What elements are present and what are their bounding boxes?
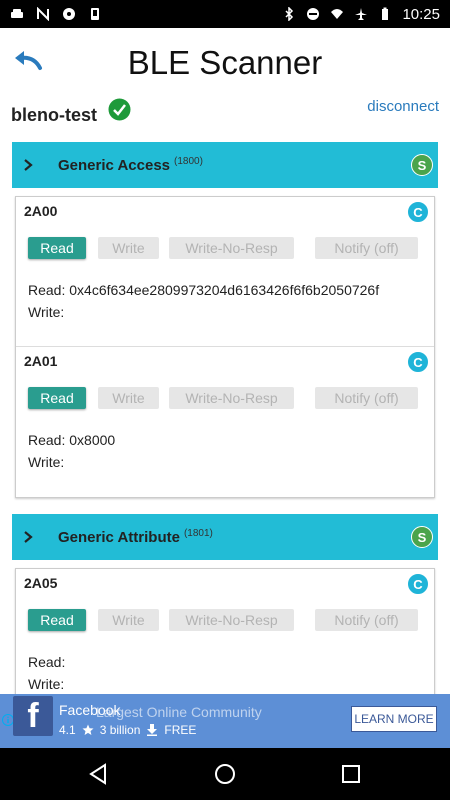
characteristics-card: 2A05 C Read Write Write-No-Resp Notify (… bbox=[15, 568, 435, 694]
ad-rating: 4.1 bbox=[59, 723, 76, 737]
disconnect-link[interactable]: disconnect bbox=[367, 98, 439, 115]
characteristic-2a01: 2A01 C Read Write Write-No-Resp Notify (… bbox=[16, 347, 434, 497]
write-no-resp-button[interactable]: Write-No-Resp bbox=[169, 237, 294, 259]
facebook-logo: f bbox=[13, 696, 53, 736]
characteristic-uuid: 2A05 bbox=[24, 575, 58, 591]
characteristics-card: 2A00 C Read Write Write-No-Resp Notify (… bbox=[15, 196, 435, 498]
read-button[interactable]: Read bbox=[28, 387, 86, 409]
read-value: Read: bbox=[28, 654, 66, 670]
read-button[interactable]: Read bbox=[28, 609, 86, 631]
service-generic-attribute[interactable]: Generic Attribute (1801) S bbox=[12, 514, 438, 560]
service-badge: S bbox=[411, 154, 433, 176]
write-button[interactable]: Write bbox=[98, 609, 159, 631]
service-uuid: (1800) bbox=[174, 155, 203, 167]
recents-square-icon[interactable] bbox=[339, 762, 363, 786]
device-name: bleno-test bbox=[11, 105, 98, 125]
read-value: Read: 0x4c6f634ee2809973204d6163426f6f6b… bbox=[28, 282, 380, 298]
ad-title: Facebook bbox=[59, 702, 121, 718]
ad-meta: 4.1 3 billion FREE bbox=[59, 723, 196, 737]
battery-icon bbox=[382, 7, 389, 20]
device-row: bleno-test disconnect bbox=[0, 96, 450, 132]
characteristic-uuid: 2A00 bbox=[24, 203, 58, 219]
characteristic-badge: C bbox=[407, 351, 429, 373]
service-uuid: (1801) bbox=[183, 527, 213, 539]
chevron-right-icon bbox=[24, 159, 33, 171]
read-value: Read: 0x8000 bbox=[28, 432, 116, 448]
notify-button[interactable]: Notify (off) bbox=[315, 609, 418, 631]
app-header: BLE Scanner bbox=[0, 28, 450, 98]
service-badge: S bbox=[411, 526, 433, 548]
read-button[interactable]: Read bbox=[28, 237, 86, 259]
ad-installs: 3 billion bbox=[99, 723, 141, 737]
page-title: BLE Scanner bbox=[127, 44, 323, 81]
chevron-right-icon bbox=[24, 531, 33, 543]
write-no-resp-button[interactable]: Write-No-Resp bbox=[169, 609, 294, 631]
ad-tagline: Largest Online Community bbox=[96, 704, 262, 720]
learn-more-button[interactable]: LEARN MORE bbox=[351, 706, 437, 732]
notify-button[interactable]: Notify (off) bbox=[315, 387, 418, 409]
notify-button[interactable]: Notify (off) bbox=[315, 237, 418, 259]
services-list[interactable]: Generic Access (1800) S 2A00 C Read Writ… bbox=[12, 142, 438, 694]
characteristic-2a00: 2A00 C Read Write Write-No-Resp Notify (… bbox=[16, 197, 434, 347]
characteristic-uuid: 2A01 bbox=[24, 353, 58, 369]
airplane-icon bbox=[355, 8, 368, 20]
star-icon bbox=[82, 724, 94, 735]
car-icon bbox=[11, 9, 23, 18]
ad-banner[interactable]: f Largest Online Community Facebook 4.1 … bbox=[0, 694, 450, 748]
bluetooth-icon bbox=[285, 7, 294, 21]
download-icon bbox=[147, 724, 158, 736]
write-button[interactable]: Write bbox=[98, 387, 159, 409]
write-no-resp-button[interactable]: Write-No-Resp bbox=[169, 387, 294, 409]
phone-icon bbox=[91, 8, 99, 20]
characteristic-badge: C bbox=[407, 201, 429, 223]
service-name: Generic Attribute bbox=[58, 528, 180, 546]
action-buttons: Read Write Write-No-Resp Notify (off) bbox=[28, 609, 418, 631]
minus-circle-icon bbox=[307, 8, 320, 20]
ad-price: FREE bbox=[164, 723, 197, 737]
wifi-icon bbox=[331, 9, 344, 19]
service-name: Generic Access bbox=[58, 156, 171, 174]
characteristic-badge: C bbox=[407, 573, 429, 595]
clock: 10:25 bbox=[402, 5, 440, 23]
n-icon bbox=[37, 7, 49, 21]
write-button[interactable]: Write bbox=[98, 237, 159, 259]
shield-icon bbox=[63, 8, 75, 20]
characteristic-2a05: 2A05 C Read Write Write-No-Resp Notify (… bbox=[16, 569, 434, 694]
back-triangle-icon[interactable] bbox=[86, 762, 110, 786]
action-buttons: Read Write Write-No-Resp Notify (off) bbox=[28, 387, 418, 409]
service-generic-access[interactable]: Generic Access (1800) S bbox=[12, 142, 438, 188]
write-value: Write: bbox=[28, 454, 65, 470]
write-value: Write: bbox=[28, 676, 65, 692]
action-buttons: Read Write Write-No-Resp Notify (off) bbox=[28, 237, 418, 259]
system-nav-bar bbox=[0, 748, 450, 800]
status-bar: 10:25 bbox=[0, 0, 450, 28]
home-circle-icon[interactable] bbox=[213, 762, 237, 786]
connected-check-icon bbox=[108, 98, 131, 121]
write-value: Write: bbox=[28, 304, 65, 320]
